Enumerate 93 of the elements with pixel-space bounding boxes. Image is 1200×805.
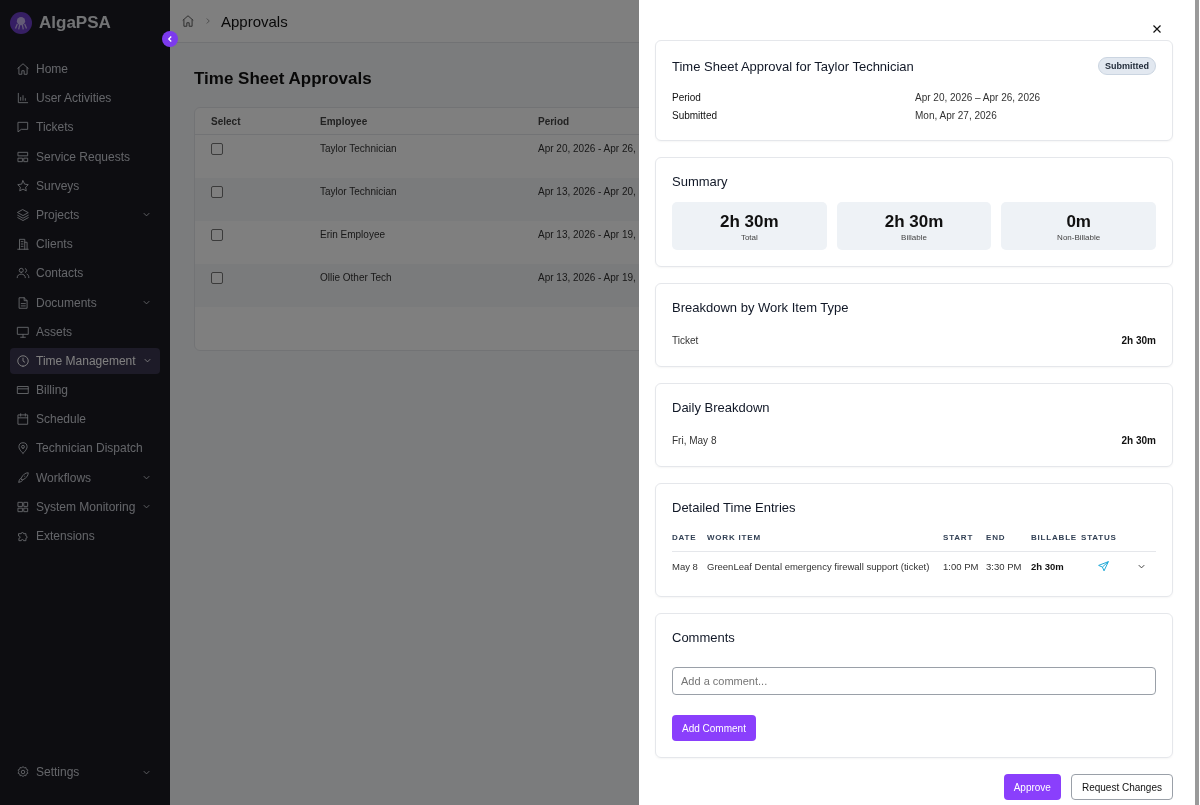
status-badge: Submitted [1098,57,1156,75]
logo-icon [10,12,32,34]
column-header: Select [210,116,242,127]
layout-icon [16,149,30,164]
table-cell: Apr 13, 2026 - Apr 20, [538,186,636,197]
table-cell-text: Taylor Technician [320,143,398,154]
add-comment-button[interactable]: Add Comment [672,715,756,741]
column-header: START [943,533,975,542]
stat-label: Billable [901,233,927,242]
nav-item[interactable]: Assets [10,318,160,345]
card-title: Detailed Time Entries [672,500,797,515]
document-icon [16,295,30,310]
close-icon [1151,23,1163,35]
checkbox[interactable] [211,272,223,284]
card-title: Daily Breakdown [672,400,771,415]
column-header: Employee [320,116,369,127]
nav-item[interactable]: Projects [10,201,160,228]
nav-item[interactable]: Documents [10,289,160,316]
stat-value: 2h 30m [720,212,779,232]
nav-item[interactable]: Surveys [10,172,160,199]
field-value: Mon, Apr 27, 2026 [915,109,997,121]
speech-bubble-icon [16,120,30,135]
table-cell-text: 2h 30m [1031,560,1065,572]
row-value: 2h 30m [1121,435,1156,446]
scrollbar[interactable] [1195,0,1199,805]
nav-item[interactable]: Extensions [10,523,160,549]
settings-icon [16,765,30,779]
column-header: STATUS [1081,533,1118,542]
row-value: 2h 30m [1121,335,1156,346]
bar-chart-icon [16,91,30,106]
building-icon [16,237,30,252]
stat-value: 0m [1066,212,1091,232]
checkbox[interactable] [211,229,223,241]
map-pin-icon [16,441,30,456]
table-cell: Apr 13, 2026 - Apr 19, [538,272,636,283]
checkbox[interactable] [211,186,223,198]
table-cell-text: 3:30 PM [986,560,1023,572]
comment-input-field[interactable]: Add a comment... [672,667,1156,695]
table-cell: Apr 13, 2026 - Apr 19, [538,229,636,240]
field-value: Apr 20, 2026 – Apr 26, 2026 [915,91,1041,103]
paper-plane-icon [1097,559,1110,573]
column-header: WORK ITEM [707,533,762,542]
page-title: Time Sheet Approvals [194,69,373,89]
column-header: DATE [672,533,698,542]
home-icon[interactable] [181,14,195,28]
stat-label: Non-Billable [1057,233,1101,242]
column-header: END [986,533,1007,542]
table-cell-text: May 8 [672,560,699,572]
nav-item[interactable]: Contacts [10,260,160,287]
action-button[interactable]: Request Changes [1070,774,1173,800]
stat-value: 2h 30m [884,212,944,232]
nav-item[interactable]: Schedule [10,406,160,433]
clock-icon [16,353,30,368]
table-cell-text: 1:00 PM [943,560,980,572]
card-title: Comments [672,630,736,645]
row-label: Ticket [672,335,699,346]
puzzle-icon [16,529,30,543]
people-icon [16,266,30,281]
breadcrumb-current: Approvals [221,12,288,30]
field-label: Period [672,91,702,103]
table-cell-text: GreenLeaf Dental emergency firewall support (ticket) [707,560,931,572]
monitor-icon [16,324,30,339]
column-header: Period [538,116,570,127]
row-label: Fri, May 8 [672,435,717,446]
table-cell: Apr 20, 2026 - Apr 26, [538,143,636,154]
nav-item[interactable]: Billing [10,377,160,404]
nav-item[interactable]: Technician Dispatch [10,435,160,462]
calendar-icon [16,412,30,427]
brand-name: AlgaPSA [39,13,111,33]
star-icon [16,178,30,193]
home-icon [16,62,30,76]
nav-item[interactable]: Time Management [10,347,160,374]
card-title: Time Sheet Approval for Taylor Technician [672,58,914,74]
card-title: Summary [672,174,729,189]
layers-icon [16,207,30,222]
nav-item[interactable]: Clients [10,231,160,258]
nav-item[interactable]: Settings [10,759,160,785]
grid-icon [16,499,30,514]
nav-item[interactable]: Service Requests [10,143,160,170]
nav-item[interactable]: User Activities [10,85,160,112]
action-button[interactable]: Approve [1003,774,1061,800]
table-cell-text: Erin Employee [320,229,387,240]
nav-item[interactable]: Workflows [10,464,160,491]
card-title: Breakdown by Work Item Type [672,300,850,315]
nav-item[interactable]: System Monitoring [10,493,160,520]
table-cell-text: Taylor Technician [320,186,398,197]
nav-item[interactable]: Tickets [10,114,160,141]
stat-label: Total [740,233,758,242]
column-header: BILLABLE [1031,533,1078,542]
nav-item[interactable]: Home [10,56,160,82]
table-cell-text: Ollie Other Tech [320,272,393,283]
field-label: Submitted [672,109,719,121]
checkbox[interactable] [211,143,223,155]
